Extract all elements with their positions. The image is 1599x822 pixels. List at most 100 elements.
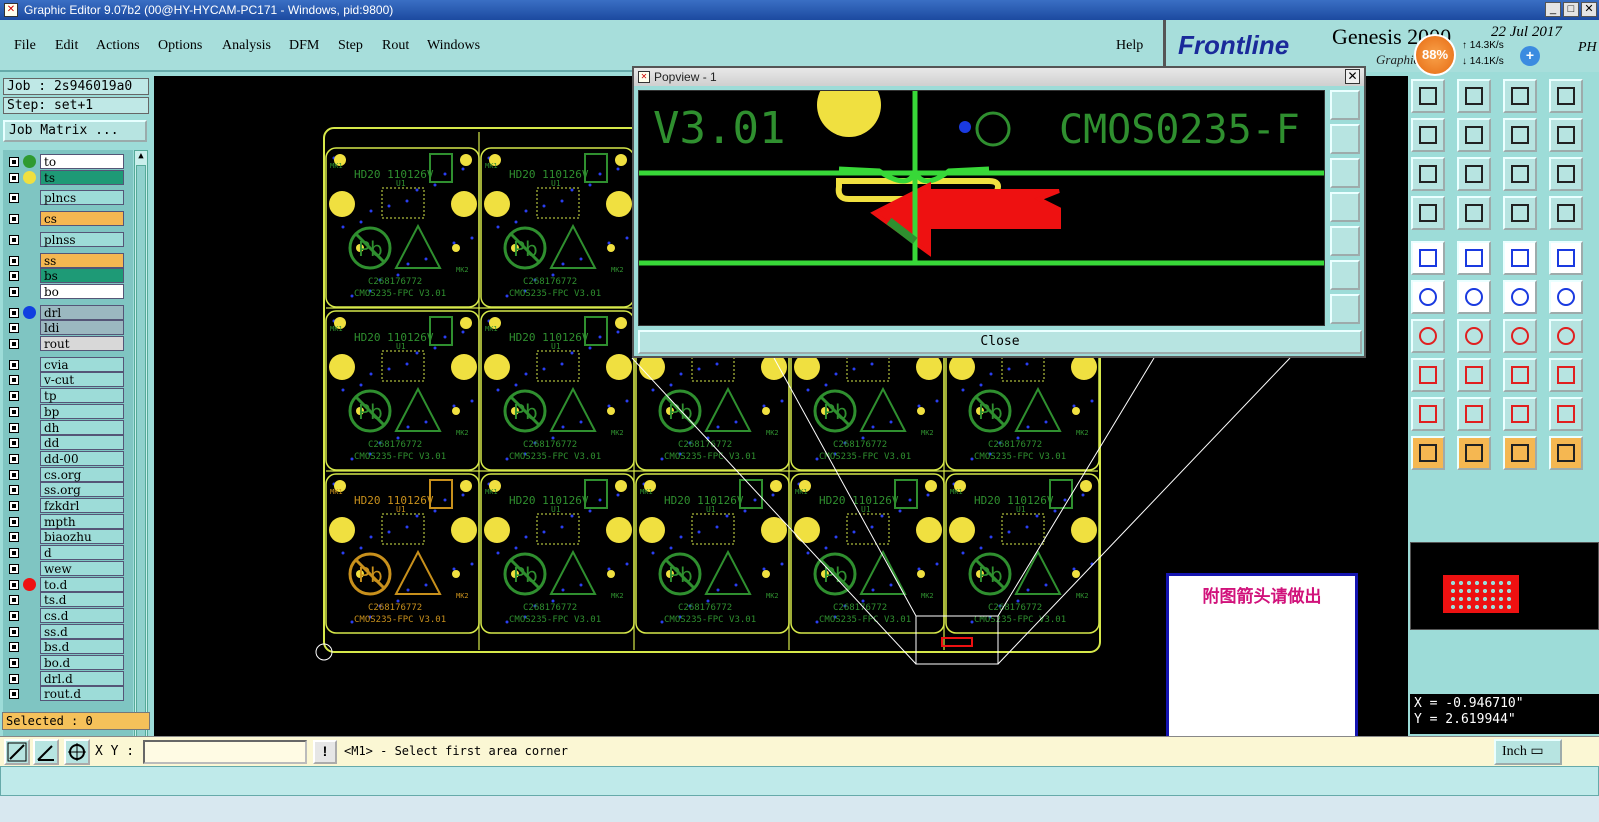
popview-close-button[interactable]: Close [638, 330, 1362, 354]
arc-c-tool-button[interactable] [1503, 397, 1537, 431]
popview-pan-up-button[interactable] [1330, 124, 1360, 154]
cursor-path-tool-button[interactable] [1549, 436, 1583, 470]
layer-checkbox[interactable] [9, 391, 19, 402]
layer-checkbox[interactable] [9, 579, 19, 590]
layer-name[interactable]: ts.d [40, 592, 124, 608]
add-icon[interactable]: + [1520, 46, 1540, 66]
job-matrix-button[interactable]: Job Matrix ... [3, 120, 147, 142]
pan-right-tool-button[interactable] [1457, 118, 1491, 152]
layer-row[interactable]: cs.d [5, 607, 125, 623]
layer-name[interactable]: biaozhu [40, 529, 124, 545]
layer-row[interactable]: d [5, 545, 125, 561]
layer-row[interactable]: bp [5, 403, 125, 419]
move-node-tool-button[interactable] [1549, 280, 1583, 314]
layer-row[interactable]: plnss [5, 231, 125, 247]
layer-checkbox[interactable] [9, 673, 19, 684]
angle-tool-button[interactable] [1411, 319, 1445, 353]
layer-row[interactable]: ss [5, 252, 125, 268]
layer-checkbox[interactable] [9, 532, 19, 543]
layer-name[interactable]: cs.org [40, 466, 124, 482]
layer-row[interactable]: bo.d [5, 655, 125, 670]
snap-point-tool-button[interactable] [1549, 241, 1583, 275]
layer-name[interactable]: ss [40, 252, 124, 268]
menu-rout[interactable]: Rout [382, 38, 409, 54]
maximize-button[interactable]: □ [1563, 2, 1579, 17]
layer-checkbox[interactable] [9, 406, 19, 417]
zoom-in-tool-button[interactable] [1457, 79, 1491, 113]
layer-name[interactable]: drl.d [40, 670, 124, 686]
minimize-button[interactable]: _ [1545, 2, 1561, 17]
mirror-tool-button[interactable] [1549, 319, 1583, 353]
layer-row[interactable]: tp [5, 388, 125, 404]
layer-row[interactable]: ss.org [5, 482, 125, 498]
arc-d-tool-button[interactable] [1549, 397, 1583, 431]
layer-row[interactable]: cs.org [5, 466, 125, 482]
layer-checkbox[interactable] [9, 193, 19, 204]
layer-checkbox[interactable] [9, 323, 19, 334]
layer-name[interactable]: plnss [40, 231, 124, 247]
layer-name[interactable]: v-cut [40, 372, 124, 388]
popview-titlebar[interactable]: ✕ Popview - 1 [634, 68, 1364, 86]
layer-name[interactable]: dh [40, 419, 124, 435]
delete-tool-button[interactable] [1457, 280, 1491, 314]
layer-name[interactable]: bp [40, 403, 124, 419]
layer-checkbox[interactable] [9, 359, 19, 370]
cursor-tool-button[interactable] [1411, 436, 1445, 470]
layer-checkbox[interactable] [9, 548, 19, 559]
layer-row[interactable]: v-cut [5, 372, 125, 388]
layer-name[interactable]: cvia [40, 356, 124, 372]
select-point-tool-button[interactable] [1411, 241, 1445, 275]
layer-row[interactable]: ts.d [5, 592, 125, 608]
layer-name[interactable]: wew [40, 560, 124, 576]
layer-row[interactable]: plncs [5, 190, 125, 206]
layer-row[interactable]: rout [5, 336, 125, 351]
layer-row[interactable]: drl.d [5, 670, 125, 686]
resize-tool-button[interactable] [1503, 358, 1537, 392]
settings-tool-button[interactable] [1411, 196, 1445, 230]
layer-checkbox[interactable] [9, 610, 19, 621]
layer-name[interactable]: ss.org [40, 482, 124, 498]
layer-checkbox[interactable] [9, 438, 19, 449]
menu-dfm[interactable]: DFM [289, 38, 319, 54]
layer-name[interactable]: ts [40, 169, 124, 185]
layer-name[interactable]: rout [40, 336, 124, 351]
menu-options[interactable]: Options [158, 38, 202, 54]
menu-windows[interactable]: Windows [427, 38, 480, 54]
layer-row[interactable]: to [5, 154, 125, 169]
popview-zoom-in-button[interactable] [1330, 260, 1360, 290]
angle-mode-icon[interactable] [33, 739, 59, 765]
layer-checkbox[interactable] [9, 234, 19, 245]
scroll-up-icon[interactable]: ▲ [136, 151, 146, 163]
layer-row[interactable]: cvia [5, 356, 125, 372]
popview-pan-down-button[interactable] [1330, 158, 1360, 188]
layer-name[interactable]: fzkdrl [40, 498, 124, 513]
layer-row[interactable]: bs [5, 268, 125, 284]
layer-row[interactable]: ldi [5, 320, 125, 336]
layer-checkbox[interactable] [9, 595, 19, 606]
stretch-v-tool-button[interactable] [1457, 157, 1491, 191]
layer-checkbox[interactable] [9, 453, 19, 464]
layer-checkbox[interactable] [9, 157, 19, 167]
layer-name[interactable]: bo [40, 283, 124, 299]
home-tool-button[interactable] [1503, 79, 1537, 113]
layer-name[interactable]: tp [40, 388, 124, 404]
menu-analysis[interactable]: Analysis [222, 38, 271, 54]
layer-checkbox[interactable] [9, 339, 19, 349]
layer-swap-tool-button[interactable] [1503, 196, 1537, 230]
measure-tool-button[interactable] [1503, 241, 1537, 275]
layer-checkbox[interactable] [9, 214, 19, 225]
popview-pan-right-button[interactable] [1330, 226, 1360, 256]
menu-actions[interactable]: Actions [96, 38, 140, 54]
layer-checkbox[interactable] [9, 563, 19, 574]
layer-name[interactable]: dd-00 [40, 450, 124, 466]
layer-name[interactable]: ss.d [40, 623, 124, 639]
one-to-one-tool-button[interactable] [1503, 157, 1537, 191]
scroll-thumb[interactable] [136, 165, 146, 763]
popview-close-icon[interactable]: ✕ [1345, 69, 1360, 84]
layer-name[interactable]: ldi [40, 320, 124, 336]
layer-row[interactable]: ss.d [5, 623, 125, 639]
snap-mode-icon[interactable] [4, 739, 30, 765]
cursor-box-tool-button[interactable] [1457, 436, 1491, 470]
layer-row[interactable]: dd-00 [5, 450, 125, 466]
layer-checkbox[interactable] [9, 271, 19, 282]
